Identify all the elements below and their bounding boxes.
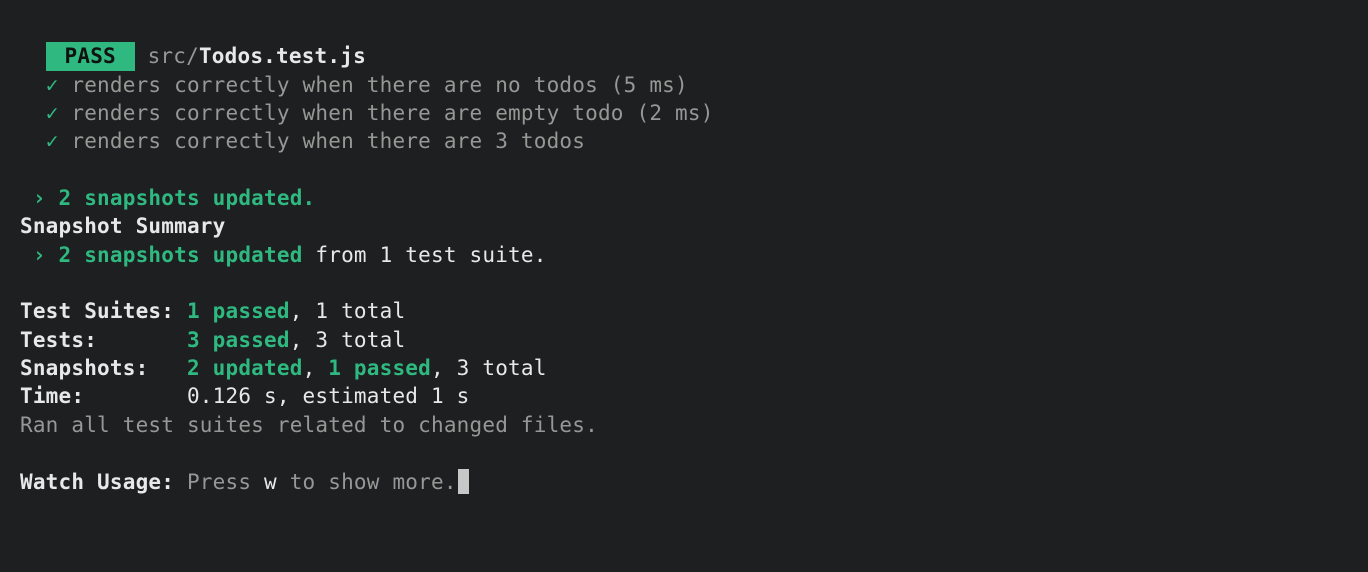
check-icon: ✓ <box>46 73 59 97</box>
test-results-list: ✓ renders correctly when there are no to… <box>20 71 1348 156</box>
stat-snapshots: Snapshots: 2 updated, 1 passed, 3 total <box>20 354 1348 382</box>
snapshots-updated-line: › 2 snapshots updated. <box>20 184 1348 212</box>
file-path-name: Todos.test.js <box>199 44 366 68</box>
pass-badge: PASS <box>46 42 135 70</box>
stat-suites: Test Suites: 1 passed, 1 total <box>20 297 1348 325</box>
stat-passed: 1 passed <box>187 299 290 323</box>
watch-usage-line[interactable]: Watch Usage: Press w to show more. <box>20 468 1348 496</box>
test-result-row: ✓ renders correctly when there are no to… <box>20 71 1348 99</box>
check-icon: ✓ <box>46 101 59 125</box>
snapshot-summary-detail: › 2 snapshots updated from 1 test suite. <box>20 241 1348 269</box>
watch-label: Watch Usage: <box>20 470 174 494</box>
ran-line: Ran all test suites related to changed f… <box>20 411 1348 439</box>
stat-label: Snapshots: <box>20 356 187 380</box>
snapshot-count: 2 snapshots <box>59 243 213 267</box>
test-timing: (5 ms) <box>598 73 688 97</box>
file-path-dir: src/ <box>148 44 199 68</box>
snapshot-marker: › <box>20 243 59 267</box>
watch-rest: to show more. <box>277 470 457 494</box>
stat-value: 0.126 s, estimated 1 s <box>187 384 470 408</box>
snapshot-suffix: from 1 test suite. <box>303 243 547 267</box>
snapshot-marker: › <box>20 186 59 210</box>
test-result-row: ✓ renders correctly when there are empty… <box>20 99 1348 127</box>
stat-rest: , 3 total <box>431 356 547 380</box>
test-name: renders correctly when there are no todo… <box>71 73 598 97</box>
test-name: renders correctly when there are empty t… <box>71 101 623 125</box>
stat-rest: , 3 total <box>290 328 406 352</box>
snapshot-summary-label: Snapshot Summary <box>20 212 1348 240</box>
cursor-icon <box>458 469 469 493</box>
stat-label: Test Suites: <box>20 299 187 323</box>
stat-updated: 2 updated <box>187 356 303 380</box>
blank-line <box>20 439 1348 467</box>
stat-time: Time: 0.126 s, estimated 1 s <box>20 382 1348 410</box>
stat-label: Time: <box>20 384 187 408</box>
stat-tests: Tests: 3 passed, 3 total <box>20 326 1348 354</box>
test-timing: (2 ms) <box>624 101 714 125</box>
stat-label: Tests: <box>20 328 187 352</box>
file-path-prefix <box>135 44 148 68</box>
stat-passed: 1 passed <box>328 356 431 380</box>
test-file-header: PASS src/Todos.test.js <box>20 14 1348 71</box>
blank-line <box>20 269 1348 297</box>
watch-press: Press <box>174 470 264 494</box>
test-name: renders correctly when there are 3 todos <box>71 129 585 153</box>
blank-line <box>20 156 1348 184</box>
check-icon: ✓ <box>46 129 59 153</box>
stat-passed: 3 passed <box>187 328 290 352</box>
test-result-row: ✓ renders correctly when there are 3 tod… <box>20 127 1348 155</box>
watch-key: w <box>264 470 277 494</box>
stat-rest: , 1 total <box>290 299 406 323</box>
snapshot-updated-text: 2 snapshots updated. <box>59 186 316 210</box>
snapshot-updated-word: updated <box>213 243 303 267</box>
stat-sep: , <box>303 356 329 380</box>
